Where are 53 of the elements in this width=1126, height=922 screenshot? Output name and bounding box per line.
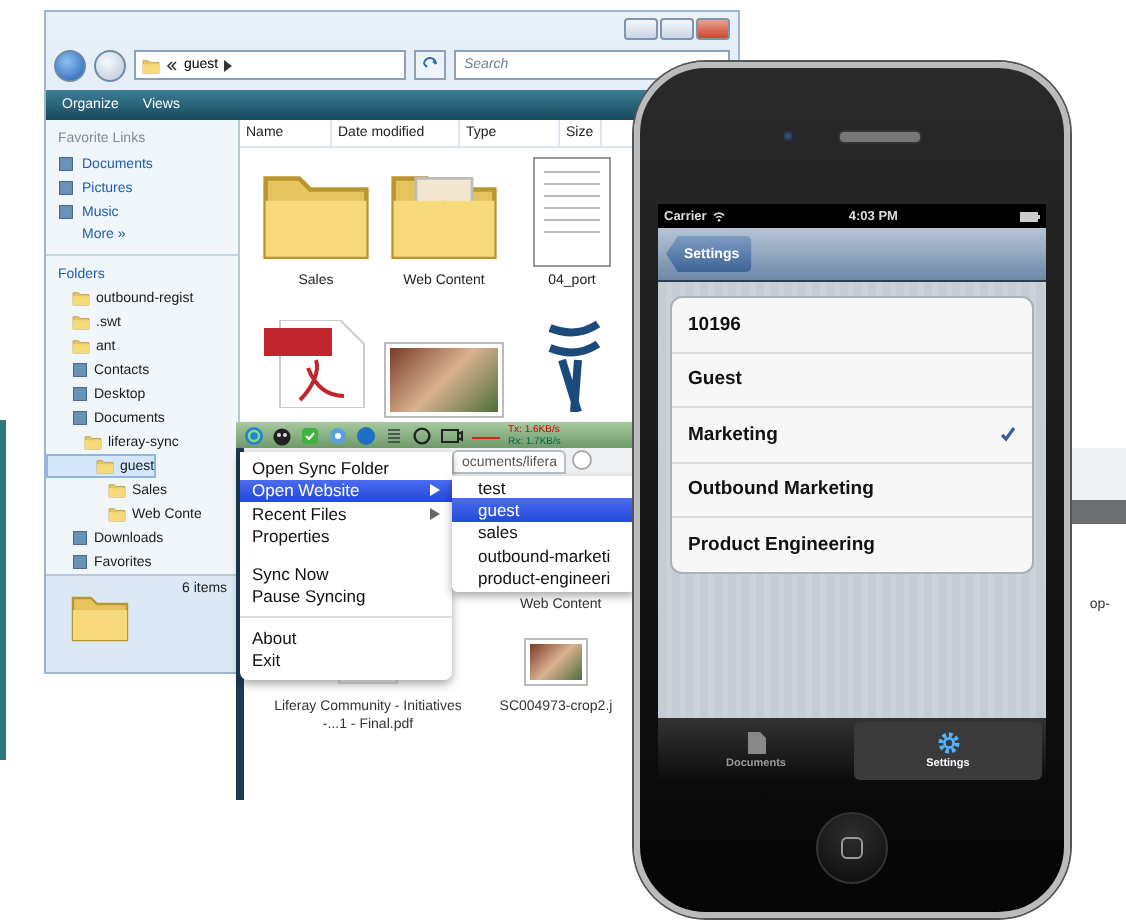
list-row[interactable]: 10196 [672,298,1032,353]
list-row[interactable]: Outbound Marketing [672,463,1032,518]
list-row[interactable]: Guest [672,353,1032,408]
add-tab-button[interactable] [572,450,593,470]
battery-icon [1020,211,1040,221]
folder-icon [72,338,90,354]
maximize-button[interactable] [660,18,694,40]
back-button[interactable] [54,49,86,81]
menu-item[interactable]: test [452,476,636,499]
menu-item[interactable]: Pause Syncing [240,585,452,608]
menu-item[interactable]: Open Sync Folder [240,456,452,479]
menu-item[interactable]: Exit [240,649,452,672]
camera-icon[interactable] [440,425,464,445]
folder-icon [72,314,90,330]
document-icon [747,732,765,754]
camera-lens [782,130,794,142]
square-icon [840,836,864,860]
photo-placeholder [526,640,586,684]
folder-icon [84,434,102,450]
folder-icon [72,290,90,306]
menu-item[interactable]: outbound-marketi [452,543,636,567]
menu-item[interactable]: About [240,626,452,649]
menu-item[interactable]: Sync Now [240,562,452,585]
folder-icon [96,458,114,474]
menu-item[interactable]: Open Website [240,479,452,502]
list-row[interactable]: Marketing [672,408,1032,463]
folder-icon [108,482,126,498]
ring-icon[interactable] [412,425,432,445]
menu-item[interactable]: Recent Files [240,502,452,525]
shield-icon[interactable] [300,425,320,445]
menu-item[interactable]: sales [452,521,636,544]
refresh-icon [422,55,438,71]
folder-icon [142,57,160,73]
menu-item[interactable]: product-engineeri [452,566,636,589]
menu-item[interactable]: Properties [240,525,452,548]
chevrons-icon [166,59,178,71]
refresh-button[interactable] [414,50,446,80]
menu-item[interactable]: guest [452,498,636,522]
caret-icon [224,59,233,71]
home-button[interactable] [816,812,888,884]
folder-icon [108,506,126,522]
grid-icon[interactable] [384,425,404,445]
wifi-icon [712,211,727,221]
close-button[interactable] [696,18,730,40]
sync-icon[interactable] [244,425,264,445]
document-icon [532,156,612,268]
list-row[interactable]: Product Engineering [672,518,1032,571]
owl-icon[interactable] [272,425,292,445]
photo-placeholder [386,344,502,416]
forward-button[interactable] [94,49,126,81]
pdf-icon [264,320,368,408]
speaker-grille [838,129,922,143]
minimize-button[interactable] [624,18,658,40]
